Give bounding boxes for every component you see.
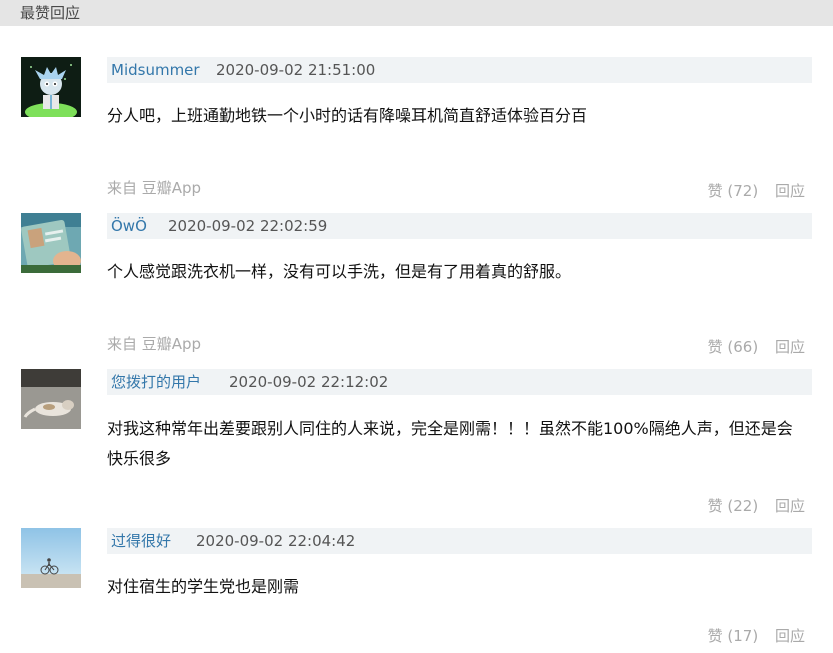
vote-button[interactable]: 赞 (66) (708, 338, 759, 356)
vote-button[interactable]: 赞 (22) (708, 497, 759, 515)
avatar[interactable] (21, 528, 81, 588)
author-link[interactable]: ÖwÖ (111, 216, 147, 236)
author-link[interactable]: 您拨打的用户 (111, 372, 201, 392)
section-header: 最赞回应 (0, 0, 833, 26)
comment-content: 对我这种常年出差要跟别人同住的人来说，完全是刚需！！！虽然不能100%隔绝人声，… (107, 419, 793, 468)
comment-actions: 赞 (17) 回应 (708, 626, 805, 646)
avatar[interactable] (21, 213, 81, 273)
vote-button[interactable]: 赞 (72) (708, 182, 759, 200)
comment-actions: 赞 (72) 回应 (708, 181, 805, 201)
author-link[interactable]: 过得很好 (111, 531, 171, 551)
comment-timestamp: 2020-09-02 22:12:02 (229, 373, 389, 391)
reply-button[interactable]: 回应 (775, 627, 805, 645)
vote-button[interactable]: 赞 (17) (708, 627, 759, 645)
comment-meta: 您拨打的用户 2020-09-02 22:12:02 (107, 369, 812, 395)
comment-source: 来自 豆瓣App (107, 335, 202, 353)
comment-timestamp: 2020-09-02 21:51:00 (216, 61, 376, 79)
comment-timestamp: 2020-09-02 22:02:59 (168, 217, 328, 235)
comment-source: 来自 豆瓣App (107, 179, 202, 197)
comment-meta: ÖwÖ 2020-09-02 22:02:59 (107, 213, 812, 239)
author-link[interactable]: Midsummer (111, 60, 200, 80)
comment-content: 个人感觉跟洗衣机一样，没有可以手洗，但是有了用着真的舒服。 (107, 262, 572, 281)
comment-meta: Midsummer 2020-09-02 21:51:00 (107, 57, 812, 83)
comment-actions: 赞 (22) 回应 (708, 496, 805, 516)
reply-button[interactable]: 回应 (775, 338, 805, 356)
comment-meta: 过得很好 2020-09-02 22:04:42 (107, 528, 812, 554)
avatar[interactable] (21, 369, 81, 429)
avatar[interactable] (21, 57, 81, 117)
comment-content: 对住宿生的学生党也是刚需 (107, 577, 300, 596)
reply-button[interactable]: 回应 (775, 497, 805, 515)
comment-content: 分人吧，上班通勤地铁一个小时的话有降噪耳机简直舒适体验百分百 (107, 106, 588, 125)
comment-timestamp: 2020-09-02 22:04:42 (196, 532, 356, 550)
section-title: 最赞回应 (20, 4, 81, 22)
comment-actions: 赞 (66) 回应 (708, 337, 805, 357)
reply-button[interactable]: 回应 (775, 182, 805, 200)
